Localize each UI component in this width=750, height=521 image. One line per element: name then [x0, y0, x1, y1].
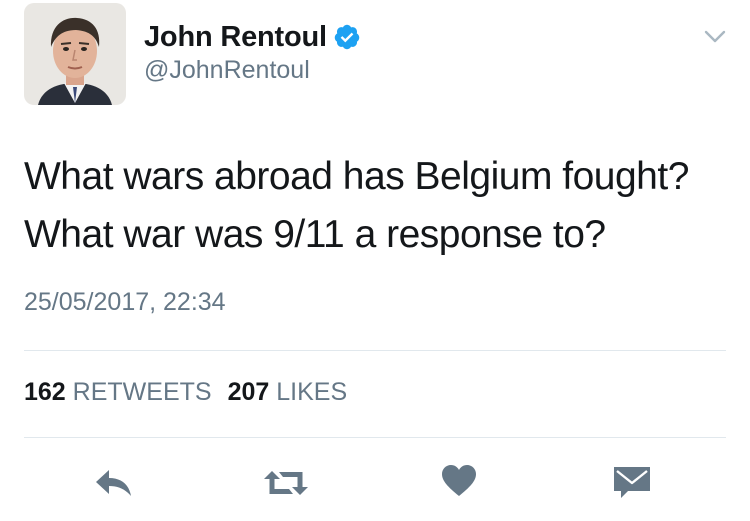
- likes-count: 207: [227, 378, 270, 406]
- divider: [24, 437, 726, 438]
- author-row: John Rentoul: [144, 18, 361, 56]
- retweets-count: 162: [24, 378, 66, 406]
- engagement-stats: 162 RETWEETS 207 LIKES: [24, 378, 347, 407]
- tweet-text: What wars abroad has Belgium fought? Wha…: [24, 148, 739, 264]
- timestamp[interactable]: 25/05/2017, 22:34: [24, 288, 226, 317]
- tweet-text-line: What war was 9/11 a response to?: [24, 213, 606, 256]
- tweet-text-line: What wars abroad has Belgium fought?: [24, 155, 689, 198]
- retweets-label: RETWEETS: [72, 378, 212, 406]
- chevron-down-icon[interactable]: [704, 30, 726, 44]
- heart-icon[interactable]: [441, 464, 477, 498]
- retweet-icon[interactable]: [262, 467, 310, 499]
- retweets-stat[interactable]: 162 RETWEETS: [24, 378, 212, 406]
- display-name[interactable]: John Rentoul: [144, 21, 327, 54]
- verified-badge-icon: [334, 24, 360, 50]
- avatar-image: [24, 3, 126, 105]
- divider: [24, 350, 726, 351]
- likes-label: LIKES: [276, 378, 348, 406]
- envelope-icon[interactable]: [613, 466, 651, 499]
- likes-stat[interactable]: 207 LIKES: [228, 378, 348, 406]
- reply-icon[interactable]: [94, 468, 134, 498]
- avatar[interactable]: [24, 3, 126, 105]
- tweet-card: John Rentoul @JohnRentoul What wars abro…: [0, 0, 750, 521]
- user-handle[interactable]: @JohnRentoul: [144, 56, 310, 85]
